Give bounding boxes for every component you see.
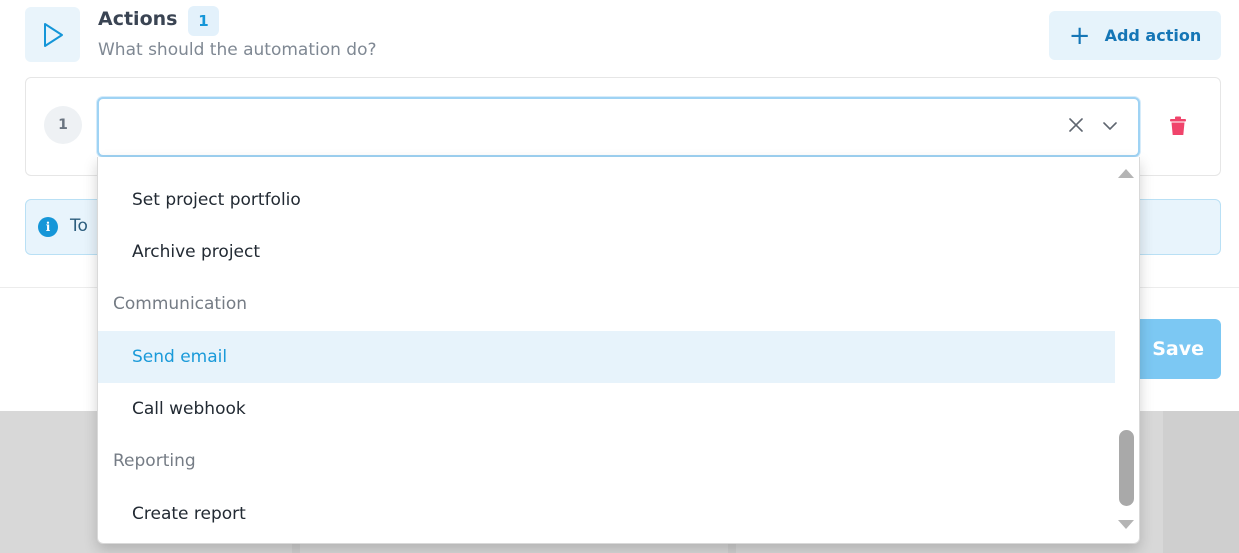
action-select[interactable] xyxy=(97,97,1140,157)
scrollbar-thumb[interactable] xyxy=(1119,430,1134,506)
plus-icon: + xyxy=(1068,20,1091,51)
dropdown-option[interactable]: Set project portfolio xyxy=(98,174,1115,226)
trash-icon[interactable] xyxy=(1166,114,1190,138)
dropdown-option[interactable]: Call webhook xyxy=(98,383,1115,435)
add-action-button[interactable]: + Add action xyxy=(1049,11,1221,60)
info-text: To xyxy=(70,216,88,236)
add-action-label: Add action xyxy=(1104,26,1202,45)
scroll-up-arrow-icon[interactable] xyxy=(1118,169,1134,178)
chevron-down-icon[interactable] xyxy=(1098,114,1122,138)
action-dropdown-menu: Set project portfolio Archive project Co… xyxy=(97,157,1140,544)
dropdown-group-header: Reporting xyxy=(113,451,196,471)
dropdown-option-highlighted[interactable]: Send email xyxy=(98,331,1115,383)
section-title: Actions xyxy=(98,8,178,30)
section-subtitle: What should the automation do? xyxy=(98,40,377,60)
info-icon: i xyxy=(38,217,58,237)
actions-count-badge: 1 xyxy=(188,6,219,36)
scroll-down-arrow-icon[interactable] xyxy=(1118,520,1134,529)
close-icon[interactable] xyxy=(1064,113,1088,137)
play-icon-container xyxy=(25,7,80,62)
dropdown-option[interactable]: Create report xyxy=(98,488,1115,540)
dropdown-option[interactable]: Archive project xyxy=(98,226,1115,278)
play-icon xyxy=(43,22,63,47)
step-number: 1 xyxy=(44,106,82,144)
dropdown-group-header: Communication xyxy=(113,294,247,314)
